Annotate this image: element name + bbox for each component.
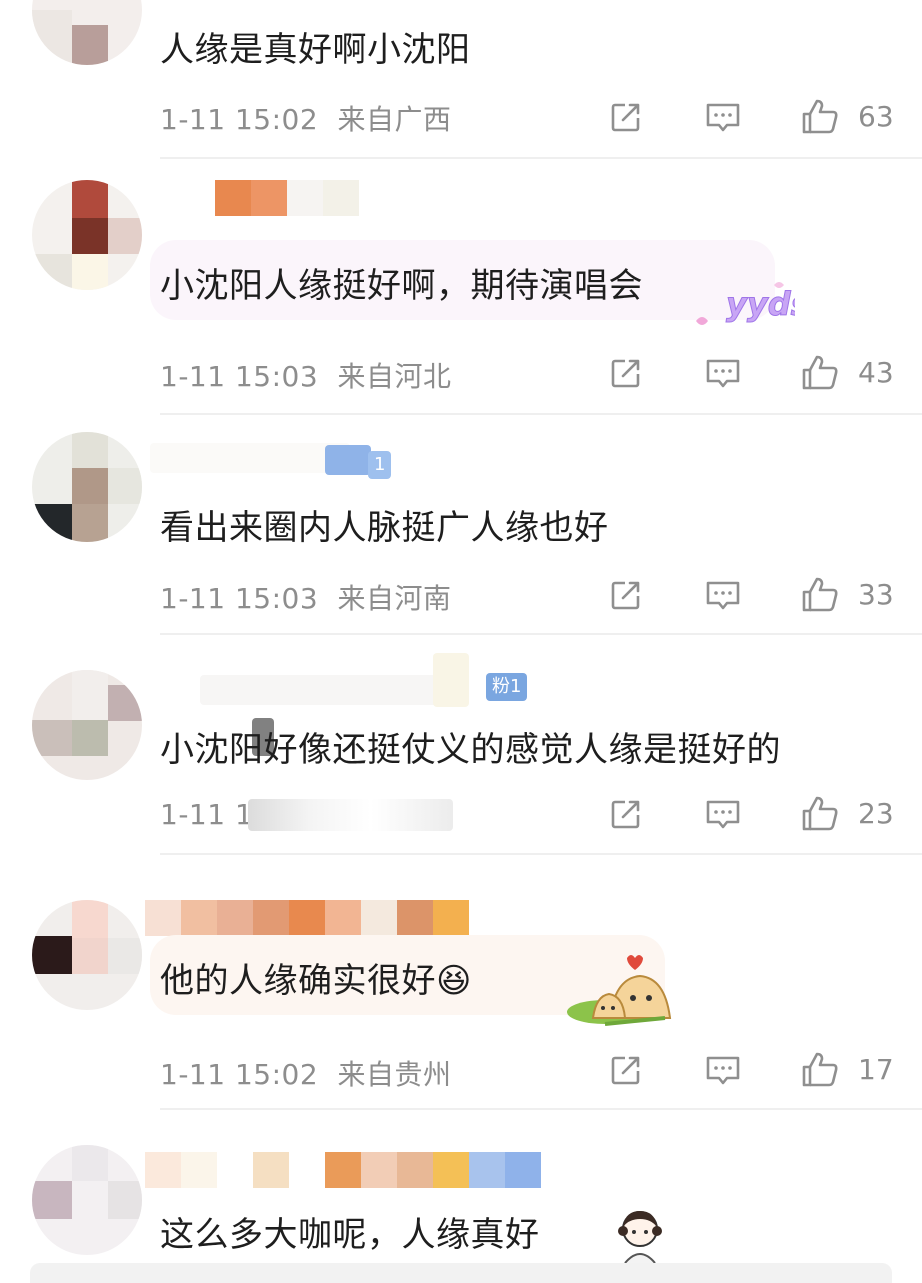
share-icon[interactable] [606, 1050, 646, 1090]
fan-badge: 粉1 [486, 673, 528, 701]
comment-location: 来自贵州 [337, 1058, 452, 1091]
comment-icon[interactable] [703, 1050, 743, 1090]
share-icon[interactable] [606, 353, 646, 393]
comment-actions: 43 [600, 353, 900, 393]
avatar[interactable] [32, 0, 142, 65]
username-redacted[interactable] [150, 443, 350, 473]
thumbs-up-icon[interactable] [800, 97, 840, 137]
username-redacted[interactable] [145, 900, 469, 936]
comment-text: 小沈阳人缘挺好啊，期待演唱会 [160, 266, 643, 306]
comment-time: 1-11 15:03 [160, 360, 319, 393]
comment-meta: 1-11 15:02 来自广西 [160, 98, 452, 138]
comment-text: 他的人缘确实很好😆 [160, 961, 472, 1001]
like-count: 43 [858, 356, 894, 389]
avatar[interactable] [32, 670, 142, 780]
username-redacted [325, 445, 371, 475]
username-redacted[interactable] [145, 1152, 541, 1188]
comment-icon[interactable] [703, 353, 743, 393]
comment-item: 他的人缘确实很好😆 1-11 15:02 来自贵州 17 [0, 855, 922, 1110]
cartoon-girl-sticker [605, 1205, 675, 1269]
zongzi-sticker [565, 950, 675, 1034]
comment-time: 1-11 15:03 [160, 582, 319, 615]
yyds-sticker: yyds [690, 277, 810, 336]
comment-actions: 33 [600, 575, 900, 615]
comment-actions: 23 [600, 794, 900, 834]
username-redacted[interactable] [215, 180, 359, 216]
avatar[interactable] [32, 180, 142, 290]
avatar[interactable] [32, 900, 142, 1010]
thumbs-up-icon[interactable] [800, 794, 840, 834]
share-icon[interactable] [606, 575, 646, 615]
fan-badge: 1 [368, 451, 392, 479]
like-count: 17 [858, 1053, 894, 1086]
comment-icon[interactable] [703, 794, 743, 834]
comment-location: 来自河南 [337, 582, 452, 615]
thumbs-up-icon[interactable] [800, 1050, 840, 1090]
comment-time: 1-11 15:02 [160, 1058, 319, 1091]
thumbs-up-icon[interactable] [800, 575, 840, 615]
comment-item: 人缘是真好啊小沈阳 1-11 15:02 来自广西 63 [0, 0, 922, 160]
comment-actions: 63 [600, 97, 900, 137]
avatar[interactable] [32, 1145, 142, 1255]
like-count: 33 [858, 578, 894, 611]
like-count: 23 [858, 797, 894, 830]
input-bar[interactable] [30, 1263, 892, 1283]
share-icon[interactable] [606, 794, 646, 834]
comment-location: 来自河北 [337, 360, 452, 393]
comment-time: 1-11 15:02 [160, 103, 319, 136]
redacted-meta [248, 799, 453, 831]
comment-text: 人缘是真好啊小沈阳 [160, 30, 471, 70]
username-redacted [433, 653, 469, 707]
comment-icon[interactable] [703, 97, 743, 137]
comment-actions: 17 [600, 1050, 900, 1090]
like-count: 63 [858, 100, 894, 133]
comment-meta: 1-11 15:03 来自河北 [160, 355, 452, 395]
comment-text: 这么多大咖呢，人缘真好 [160, 1215, 540, 1255]
thumbs-up-icon[interactable] [800, 353, 840, 393]
comment-text: 看出来圈内人脉挺广人缘也好 [160, 508, 609, 548]
divider [160, 157, 922, 159]
comment-text: 小沈阳好像还挺仗义的感觉人缘是挺好的 [160, 730, 781, 770]
comment-location: 来自广西 [337, 103, 452, 136]
comment-item: 小沈阳人缘挺好啊，期待演唱会 yyds 1-11 15:03 来自河北 43 [0, 160, 922, 415]
avatar[interactable] [32, 432, 142, 542]
comment-item: 1 看出来圈内人脉挺广人缘也好 1-11 15:03 来自河南 33 [0, 415, 922, 635]
comment-meta: 1-11 15:03 来自河南 [160, 577, 452, 617]
comment-icon[interactable] [703, 575, 743, 615]
svg-text:yyds: yyds [726, 285, 795, 323]
comment-item: 粉1 小沈阳好像还挺仗义的感觉人缘是挺好的 1-11 1 23 [0, 635, 922, 855]
comment-time: 1-11 1 [160, 798, 254, 831]
share-icon[interactable] [606, 97, 646, 137]
comment-meta: 1-11 1 [160, 798, 253, 831]
comment-meta: 1-11 15:02 来自贵州 [160, 1053, 452, 1093]
comment-item: 这么多大咖呢，人缘真好 [0, 1110, 922, 1283]
username-redacted[interactable] [200, 675, 450, 705]
